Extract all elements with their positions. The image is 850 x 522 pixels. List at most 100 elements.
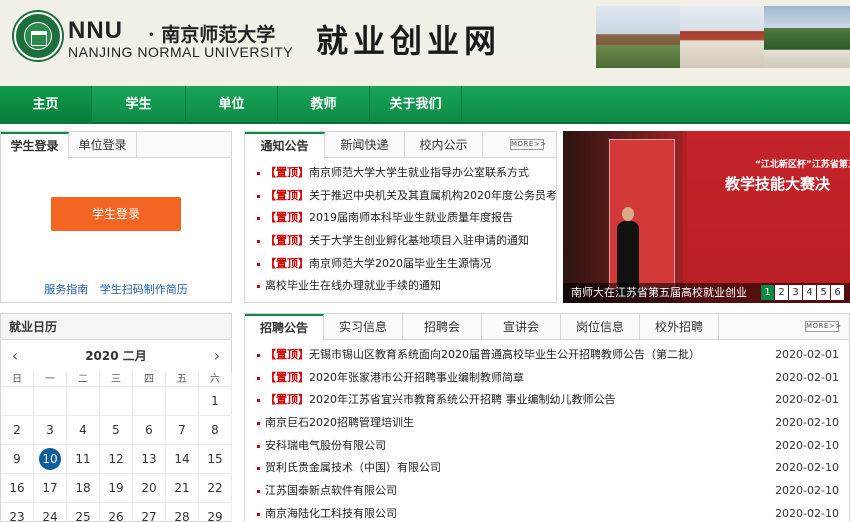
- slide-page-button[interactable]: 6: [831, 285, 844, 300]
- news-slideshow[interactable]: “江北新区杯”江苏省第五届高校教 教学技能大赛决 南师大在江苏省第五届高校就业创…: [563, 131, 850, 303]
- calendar-day[interactable]: 26: [100, 503, 133, 522]
- calendar-day[interactable]: 15: [199, 445, 232, 474]
- calendar-weekday: 五: [166, 372, 199, 387]
- item-title-link[interactable]: 2020年张家港市公开招聘事业编制教师简章: [309, 371, 524, 384]
- item-title-link[interactable]: 2020年江苏省宜兴市教育系统公开招聘 事业编制幼儿教师公告: [309, 393, 616, 406]
- recruit-item[interactable]: 安科瑞电气股份有限公司 2020-02-10: [245, 435, 849, 458]
- calendar-today[interactable]: 10: [34, 445, 67, 474]
- slide-page-button[interactable]: 1: [761, 285, 774, 300]
- calendar-day[interactable]: 27: [133, 503, 166, 522]
- calendar-day[interactable]: 21: [166, 474, 199, 503]
- calendar-day[interactable]: 3: [34, 416, 67, 445]
- calendar-day[interactable]: 1: [199, 387, 232, 416]
- calendar-day[interactable]: 28: [166, 503, 199, 522]
- nav-item-about[interactable]: 关于我们: [370, 86, 462, 124]
- campus-photo-garden: [764, 6, 850, 68]
- nav-item-employer[interactable]: 单位: [186, 86, 278, 124]
- slide-page-button[interactable]: 2: [775, 285, 788, 300]
- calendar-day[interactable]: 11: [67, 445, 100, 474]
- prev-month-icon[interactable]: ‹: [5, 344, 25, 368]
- calendar-day-number: 13: [141, 452, 157, 466]
- recruit-item[interactable]: 【置顶】2020年张家港市公开招聘事业编制教师简章 2020-02-01: [245, 367, 849, 390]
- slide-page-button[interactable]: 5: [817, 285, 830, 300]
- notice-list: 【置顶】南京师范大学大学生就业指导办公室联系方式 【置顶】关于推迟中央机关及其直属…: [245, 162, 556, 298]
- item-title-link[interactable]: 关于推迟中央机关及其直属机构2020年度公务员考试: [309, 189, 556, 202]
- tab-job-positions[interactable]: 岗位信息: [561, 314, 640, 340]
- notice-item[interactable]: 离校毕业生在线办理就业手续的通知: [245, 275, 556, 298]
- item-title-link[interactable]: 南京巨石2020招聘管理培训生: [265, 416, 414, 429]
- notices-more-button[interactable]: MORE>>: [510, 139, 546, 150]
- recruit-more-button[interactable]: MORE>>: [805, 321, 841, 332]
- tab-recruitment-notices[interactable]: 招聘公告: [245, 314, 324, 341]
- item-title-link[interactable]: 关于大学生创业孵化基地项目入驻申请的通知: [309, 234, 529, 247]
- tab-off-campus-recruitment[interactable]: 校外招聘: [640, 314, 719, 340]
- university-seal-logo[interactable]: [14, 12, 62, 60]
- calendar-day[interactable]: 8: [199, 416, 232, 445]
- calendar-grid: 日一二三四五六 1 2 3 4 5 6 7 8 9 10 11 12 13 14 15 16 17 18 19 20 21…: [1, 372, 232, 522]
- item-title-link[interactable]: 离校毕业生在线办理就业手续的通知: [265, 279, 441, 292]
- calendar-day[interactable]: 25: [67, 503, 100, 522]
- service-guide-link[interactable]: 服务指南: [44, 283, 88, 296]
- recruit-item[interactable]: 【置顶】2020年江苏省宜兴市教育系统公开招聘 事业编制幼儿教师公告 2020-0…: [245, 389, 849, 412]
- item-title-link[interactable]: 安科瑞电气股份有限公司: [265, 439, 386, 452]
- calendar-day[interactable]: 19: [100, 474, 133, 503]
- recruit-item[interactable]: 南京海陆化工科技有限公司 2020-02-10: [245, 503, 849, 522]
- calendar-day[interactable]: 18: [67, 474, 100, 503]
- calendar-day[interactable]: 16: [1, 474, 34, 503]
- student-login-button[interactable]: 学生登录: [51, 197, 181, 231]
- tab-internship-info[interactable]: 实习信息: [324, 314, 403, 340]
- item-title-link[interactable]: 南京师范大学2020届毕业生生源情况: [309, 257, 491, 270]
- calendar-day[interactable]: 6: [133, 416, 166, 445]
- tab-job-fairs[interactable]: 招聘会: [403, 314, 482, 340]
- calendar-day[interactable]: 9: [1, 445, 34, 474]
- calendar-day[interactable]: 2: [1, 416, 34, 445]
- nav-item-teacher[interactable]: 教师: [278, 86, 370, 124]
- calendar-day[interactable]: 7: [166, 416, 199, 445]
- item-title-link[interactable]: 江苏国泰新点软件有限公司: [265, 484, 397, 497]
- recruit-item[interactable]: 江苏国泰新点软件有限公司 2020-02-10: [245, 480, 849, 503]
- notice-item[interactable]: 【置顶】关于大学生创业孵化基地项目入驻申请的通知: [245, 230, 556, 253]
- pinned-tag: 【置顶】: [265, 234, 309, 248]
- nav-item-home[interactable]: 主页: [0, 86, 92, 124]
- slide-page-button[interactable]: 3: [789, 285, 802, 300]
- tab-employer-login[interactable]: 单位登录: [69, 132, 137, 158]
- calendar-day-number: 22: [207, 481, 223, 495]
- item-title-link[interactable]: 无锡市锡山区教育系统面向2020届普通高校毕业生公开招聘教师公告（第二批）: [309, 348, 700, 361]
- notice-tabs: 通知公告 新闻快递 校内公示 MORE>>: [245, 132, 556, 159]
- logo-nnu-text[interactable]: NNU: [68, 17, 123, 45]
- notice-item[interactable]: 【置顶】2019届南师本科毕业生就业质量年度报告: [245, 207, 556, 230]
- item-title-link[interactable]: 贺利氏贵金属技术（中国）有限公司: [265, 461, 441, 474]
- item-title-link[interactable]: 南京海陆化工科技有限公司: [265, 507, 397, 520]
- recruit-item[interactable]: 【置顶】无锡市锡山区教育系统面向2020届普通高校毕业生公开招聘教师公告（第二批…: [245, 344, 849, 367]
- calendar-day[interactable]: 24: [34, 503, 67, 522]
- tab-info-sessions[interactable]: 宣讲会: [482, 314, 561, 340]
- tab-student-login[interactable]: 学生登录: [1, 132, 69, 159]
- scan-resume-link[interactable]: 学生扫码制作简历: [100, 283, 188, 296]
- notice-item[interactable]: 【置顶】南京师范大学2020届毕业生生源情况: [245, 253, 556, 276]
- calendar-day-number: 21: [174, 481, 190, 495]
- slide-page-button[interactable]: 4: [803, 285, 816, 300]
- tab-notices[interactable]: 通知公告: [245, 132, 325, 159]
- calendar-day-number: 3: [46, 423, 54, 437]
- item-title-link[interactable]: 2019届南师本科毕业生就业质量年度报告: [309, 211, 513, 224]
- recruit-item[interactable]: 贺利氏贵金属技术（中国）有限公司 2020-02-10: [245, 457, 849, 480]
- item-title-link[interactable]: 南京师范大学大学生就业指导办公室联系方式: [309, 166, 529, 179]
- calendar-day[interactable]: 4: [67, 416, 100, 445]
- nav-item-student[interactable]: 学生: [92, 86, 186, 124]
- calendar-day[interactable]: 22: [199, 474, 232, 503]
- calendar-day[interactable]: 23: [1, 503, 34, 522]
- login-links: 服务指南 学生扫码制作简历: [1, 281, 231, 297]
- calendar-day[interactable]: 13: [133, 445, 166, 474]
- calendar-day[interactable]: 5: [100, 416, 133, 445]
- calendar-day[interactable]: 14: [166, 445, 199, 474]
- recruit-item[interactable]: 南京巨石2020招聘管理培训生 2020-02-10: [245, 412, 849, 435]
- calendar-day[interactable]: 17: [34, 474, 67, 503]
- notice-item[interactable]: 【置顶】关于推迟中央机关及其直属机构2020年度公务员考试: [245, 185, 556, 208]
- tab-campus-notices[interactable]: 校内公示: [405, 132, 483, 158]
- tab-news[interactable]: 新闻快递: [325, 132, 405, 158]
- notice-item[interactable]: 【置顶】南京师范大学大学生就业指导办公室联系方式: [245, 162, 556, 185]
- calendar-day[interactable]: 12: [100, 445, 133, 474]
- calendar-day[interactable]: 29: [199, 503, 232, 522]
- next-month-icon[interactable]: ›: [207, 344, 227, 368]
- calendar-day[interactable]: 20: [133, 474, 166, 503]
